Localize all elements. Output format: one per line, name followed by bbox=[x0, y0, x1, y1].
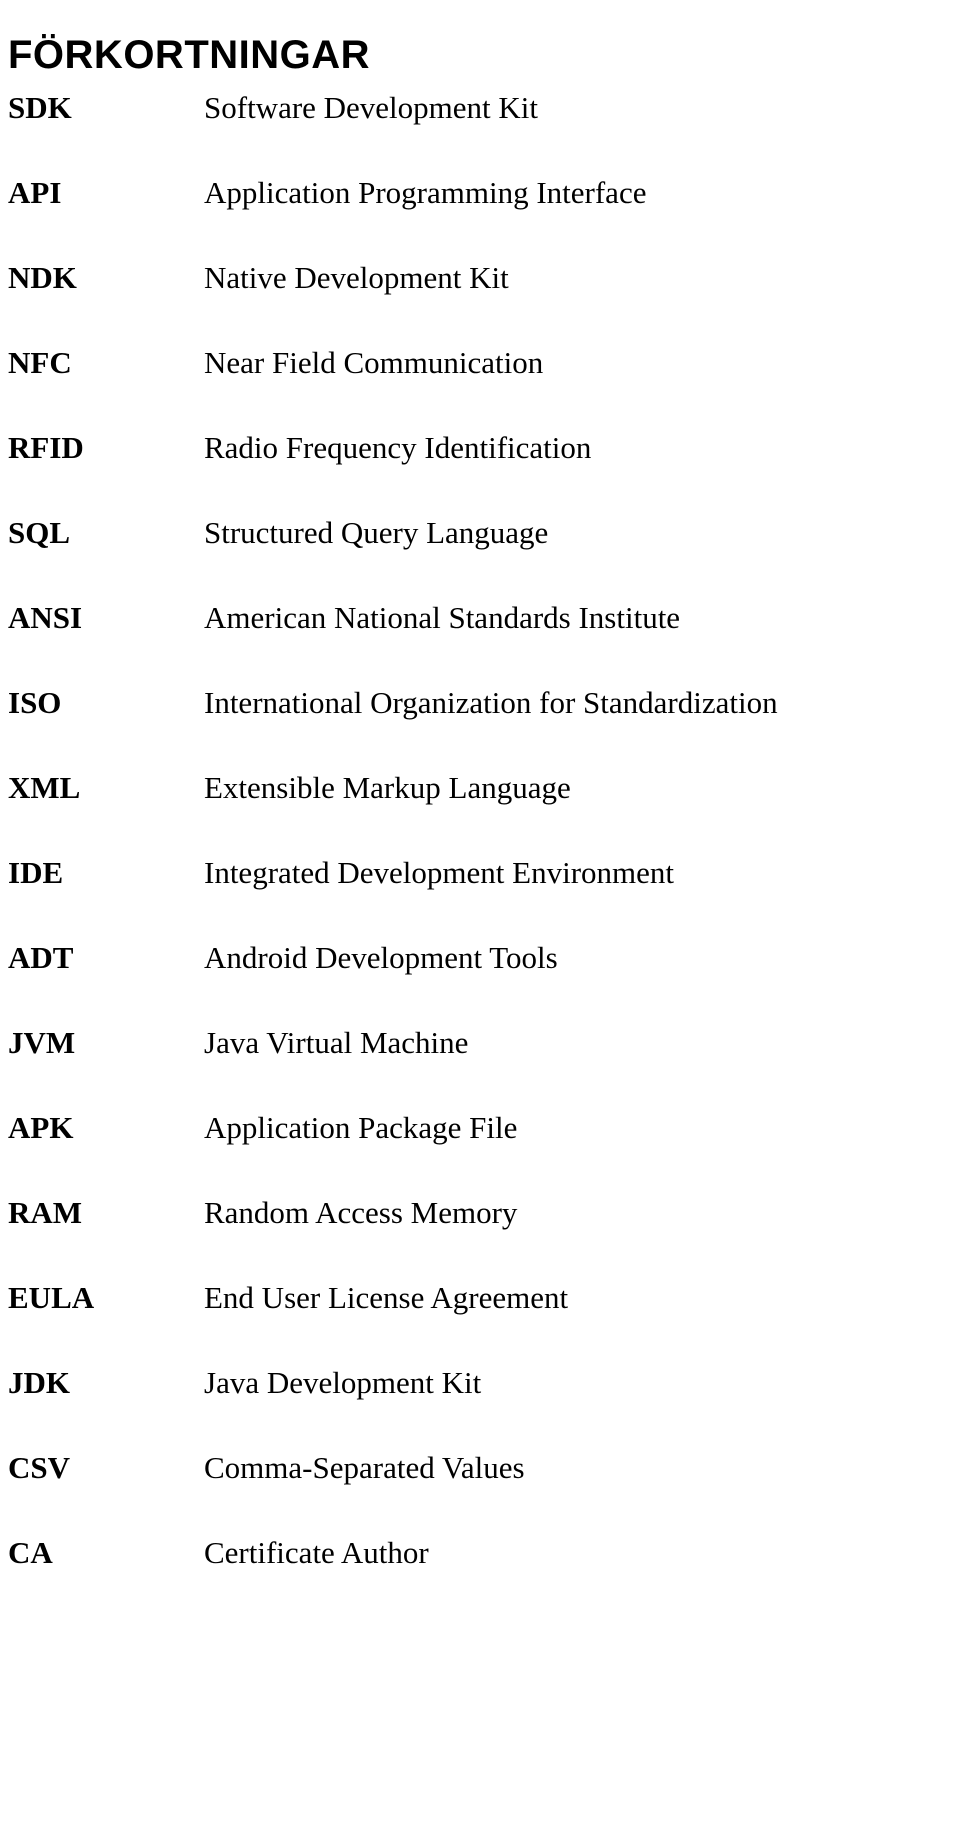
abbreviation-term: APK bbox=[8, 1110, 74, 1145]
list-item: JVM Java Virtual Machine bbox=[0, 1027, 960, 1112]
list-item: SQL Structured Query Language bbox=[0, 517, 960, 602]
abbreviation-definition: Structured Query Language bbox=[204, 515, 549, 550]
abbreviation-term: ADT bbox=[8, 940, 74, 975]
abbreviation-term: JVM bbox=[8, 1025, 76, 1060]
abbreviation-term: ANSI bbox=[8, 600, 83, 635]
list-item: XML Extensible Markup Language bbox=[0, 772, 960, 857]
list-item: NFC Near Field Communication bbox=[0, 347, 960, 432]
list-item: ISO International Organization for Stand… bbox=[0, 687, 960, 772]
list-item: API Application Programming Interface bbox=[0, 177, 960, 262]
abbreviation-definition: Integrated Development Environment bbox=[204, 855, 675, 890]
abbreviation-list: SDK Software Development Kit API Applica… bbox=[0, 92, 960, 1622]
abbreviation-term: API bbox=[8, 175, 62, 210]
abbreviation-definition: Java Development Kit bbox=[204, 1365, 482, 1400]
page-title: FÖRKORTNINGAR bbox=[8, 32, 371, 77]
abbreviation-term: ISO bbox=[8, 685, 62, 720]
list-item: RAM Random Access Memory bbox=[0, 1197, 960, 1282]
list-item: ANSI American National Standards Institu… bbox=[0, 602, 960, 687]
abbreviation-definition: Certificate Author bbox=[204, 1535, 429, 1570]
abbreviation-term: CSV bbox=[8, 1450, 71, 1485]
list-item: CSV Comma-Separated Values bbox=[0, 1452, 960, 1537]
list-item: NDK Native Development Kit bbox=[0, 262, 960, 347]
list-item: APK Application Package File bbox=[0, 1112, 960, 1197]
list-item: RFID Radio Frequency Identification bbox=[0, 432, 960, 517]
abbreviation-definition: Extensible Markup Language bbox=[204, 770, 571, 805]
abbreviation-term: CA bbox=[8, 1535, 53, 1570]
list-item: CA Certificate Author bbox=[0, 1537, 960, 1622]
list-item: JDK Java Development Kit bbox=[0, 1367, 960, 1452]
list-item: IDE Integrated Development Environment bbox=[0, 857, 960, 942]
abbreviation-definition: Near Field Communication bbox=[204, 345, 544, 380]
abbreviation-definition: Software Development Kit bbox=[204, 90, 539, 125]
list-item: SDK Software Development Kit bbox=[0, 92, 960, 177]
abbreviation-term: SDK bbox=[8, 90, 72, 125]
abbreviation-term: NFC bbox=[8, 345, 72, 380]
abbreviation-definition: End User License Agreement bbox=[204, 1280, 569, 1315]
abbreviation-definition: American National Standards Institute bbox=[204, 600, 681, 635]
abbreviation-definition: Application Package File bbox=[204, 1110, 518, 1145]
abbreviation-definition: Random Access Memory bbox=[204, 1195, 518, 1230]
abbreviation-definition: International Organization for Standardi… bbox=[204, 685, 778, 720]
abbreviation-definition: Native Development Kit bbox=[204, 260, 509, 295]
abbreviation-term: NDK bbox=[8, 260, 77, 295]
abbreviation-term: SQL bbox=[8, 515, 71, 550]
list-item: ADT Android Development Tools bbox=[0, 942, 960, 1027]
abbreviation-term: EULA bbox=[8, 1280, 95, 1315]
document-page: FÖRKORTNINGAR SDK Software Development K… bbox=[0, 0, 960, 1845]
abbreviation-term: JDK bbox=[8, 1365, 70, 1400]
abbreviation-definition: Android Development Tools bbox=[204, 940, 558, 975]
abbreviation-term: XML bbox=[8, 770, 81, 805]
abbreviation-definition: Comma-Separated Values bbox=[204, 1450, 525, 1485]
abbreviation-term: RFID bbox=[8, 430, 84, 465]
abbreviation-term: IDE bbox=[8, 855, 64, 890]
abbreviation-definition: Application Programming Interface bbox=[204, 175, 647, 210]
abbreviation-definition: Java Virtual Machine bbox=[204, 1025, 469, 1060]
list-item: EULA End User License Agreement bbox=[0, 1282, 960, 1367]
abbreviation-term: RAM bbox=[8, 1195, 83, 1230]
abbreviation-definition: Radio Frequency Identification bbox=[204, 430, 592, 465]
